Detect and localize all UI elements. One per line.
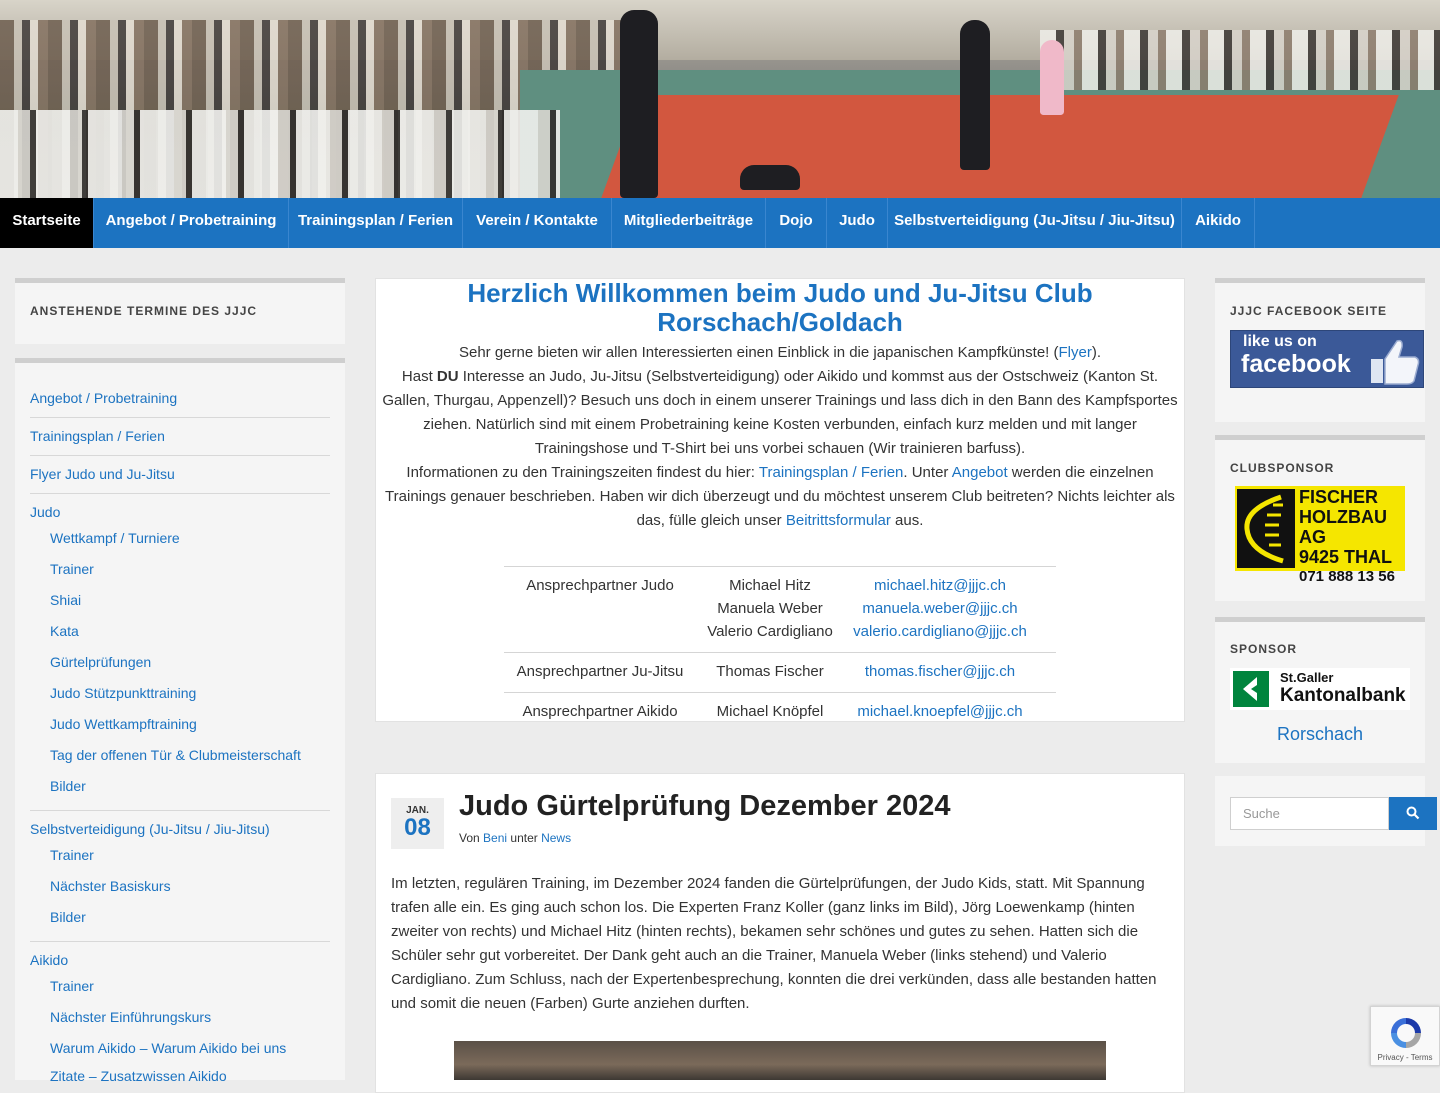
sidebar-subitem[interactable]: Wettkampf / Turniere: [50, 530, 180, 546]
kantonalbank-rorschach-link[interactable]: Rorschach: [1215, 724, 1425, 745]
facebook-like-banner[interactable]: like us on facebook: [1230, 330, 1424, 388]
nav-angebot[interactable]: Angebot / Probetraining: [94, 198, 289, 248]
intro-line: Sehr gerne bieten wir allen Interessiert…: [458, 344, 1102, 361]
sidebar-item-judo[interactable]: Judo: [30, 504, 60, 520]
events-widget-title: ANSTEHENDE TERMINE DES JJJC: [30, 304, 258, 318]
sidebar-subitem[interactable]: Gürtelprüfungen: [50, 654, 151, 670]
info-paragraph-line: Informationen zu den Trainingszeiten fin…: [406, 464, 1154, 481]
contact-email-link[interactable]: michael.hitz@jjjc.ch: [844, 574, 1036, 597]
sidebar-subitem[interactable]: Kata: [50, 623, 79, 639]
angebot-link[interactable]: Angebot: [952, 464, 1008, 481]
intro-paragraph-line: Gallen, Thurgau, Appenzell)? Besuch uns …: [382, 392, 1178, 409]
recaptcha-badge[interactable]: Privacy - Terms: [1370, 1006, 1440, 1066]
fischer-holzbau-logo[interactable]: FISCHER HOLZBAU AG 9425 THAL 071 888 13 …: [1235, 486, 1405, 585]
thumbs-up-icon: [1371, 339, 1420, 385]
nav-verein[interactable]: Verein / Kontakte: [463, 198, 612, 248]
contact-role: Ansprechpartner Ju-Jitsu: [516, 663, 684, 680]
contact-name: Michael Hitz: [729, 577, 811, 594]
contact-name: Michael Knöpfel: [716, 703, 824, 720]
sidebar-subitem[interactable]: Trainer: [50, 978, 94, 994]
main-navigation: Startseite Angebot / Probetraining Train…: [0, 198, 1440, 248]
recaptcha-links: Privacy - Terms: [1377, 1053, 1433, 1062]
sidebar-item-selbstverteidigung[interactable]: Selbstverteidigung (Ju-Jitsu / Jiu-Jitsu…: [30, 821, 270, 837]
author-link[interactable]: Beni: [483, 831, 507, 845]
nav-trainingsplan[interactable]: Trainingsplan / Ferien: [289, 198, 463, 248]
nav-startseite[interactable]: Startseite: [0, 198, 94, 248]
recaptcha-icon: [1391, 1018, 1421, 1048]
intro-paragraph-line: ziehen. Natürlich sind mit einem Probetr…: [423, 416, 1137, 433]
info-paragraph-line: Trainings genauer beschrieben. Haben wir…: [385, 488, 1175, 505]
post-meta: Von Beni unter News: [459, 831, 572, 845]
contact-email-link[interactable]: thomas.fischer@jjjc.ch: [844, 660, 1036, 683]
contact-email-link[interactable]: valerio.cardigliano@jjjc.ch: [844, 620, 1036, 643]
sidebar-subitem[interactable]: Nächster Basiskurs: [50, 878, 171, 894]
clubsponsor-widget-title: CLUBSPONSOR: [1230, 461, 1335, 475]
sidebar-subitem[interactable]: Shiai: [50, 592, 81, 608]
sidebar-item-trainingsplan[interactable]: Trainingsplan / Ferien: [30, 428, 165, 444]
sidebar-subitem[interactable]: Judo Stützpunkttraining: [50, 685, 196, 701]
sidebar-subitem[interactable]: Trainer: [50, 847, 94, 863]
flyer-link[interactable]: Flyer: [1059, 344, 1092, 361]
post-image[interactable]: [454, 1041, 1106, 1080]
fischer-emblem-icon: [1237, 489, 1295, 568]
sidebar-subitem[interactable]: Trainer: [50, 561, 94, 577]
search-icon: [1406, 806, 1420, 820]
search-input[interactable]: Suche: [1230, 797, 1389, 830]
contact-role: Ansprechpartner Judo: [526, 577, 674, 594]
contact-name: Thomas Fischer: [716, 663, 824, 680]
intro-paragraph-line: Trainingshose und T-Shirt bei uns vorbei…: [534, 440, 1026, 457]
welcome-title-line1: Herzlich Willkommen beim Judo und Ju-Jit…: [467, 278, 1093, 308]
contact-role: Ansprechpartner Aikido: [522, 703, 678, 720]
sidebar-subitem[interactable]: Zitate – Zusatzwissen Aikido: [50, 1068, 227, 1084]
nav-mitgliederbeitraege[interactable]: Mitgliederbeiträge: [612, 198, 766, 248]
info-paragraph-line: das, fülle gleich unser Beitrittsformula…: [636, 512, 924, 529]
sidebar-subitem[interactable]: Bilder: [50, 909, 86, 925]
contact-email-link[interactable]: michael.knoepfel@jjjc.ch: [844, 700, 1036, 723]
nav-aikido[interactable]: Aikido: [1182, 198, 1255, 248]
category-link[interactable]: News: [541, 831, 571, 845]
kantonalbank-logo[interactable]: St.Galler Kantonalbank: [1230, 668, 1410, 710]
facebook-brand-text: facebook: [1241, 350, 1351, 378]
fischer-logo-text: FISCHER HOLZBAU AG 9425 THAL 071 888 13 …: [1299, 487, 1395, 585]
nav-dojo[interactable]: Dojo: [766, 198, 827, 248]
sidebar-subitem[interactable]: Nächster Einführungskurs: [50, 1009, 211, 1025]
events-widget: ANSTEHENDE TERMINE DES JJJC: [15, 278, 345, 344]
kantonalbank-arrow-icon: [1233, 671, 1269, 707]
beitrittsformular-link[interactable]: Beitrittsformular: [786, 512, 891, 529]
sidebar-subitem[interactable]: Judo Wettkampftraining: [50, 716, 197, 732]
sidebar-item-flyer[interactable]: Flyer Judo und Ju-Jitsu: [30, 466, 175, 482]
post-day: 08: [404, 814, 431, 841]
kantonalbank-line2: Kantonalbank: [1280, 685, 1406, 706]
trainingsplan-link[interactable]: Trainingsplan / Ferien: [759, 464, 904, 481]
sidebar-subitem[interactable]: Tag der offenen Tür & Clubmeisterschaft: [50, 747, 301, 763]
header-image: [0, 0, 1440, 198]
welcome-title-line2: Rorschach/Goldach: [657, 307, 903, 337]
sponsor-widget-title: SPONSOR: [1230, 642, 1298, 656]
contact-name: Valerio Cardigliano: [707, 623, 833, 640]
search-button[interactable]: [1389, 797, 1437, 830]
contact-name: Manuela Weber: [717, 600, 823, 617]
sidebar-item-aikido[interactable]: Aikido: [30, 952, 68, 968]
nav-selbstverteidigung[interactable]: Selbstverteidigung (Ju-Jitsu / Jiu-Jitsu…: [888, 198, 1182, 248]
facebook-widget-title: JJJC FACEBOOK SEITE: [1230, 304, 1388, 318]
contact-email-link[interactable]: manuela.weber@jjjc.ch: [844, 597, 1036, 620]
sidebar-subitem[interactable]: Warum Aikido – Warum Aikido bei uns: [50, 1040, 286, 1056]
post-title[interactable]: Judo Gürtelprüfung Dezember 2024: [459, 790, 951, 823]
sidebar-item-angebot[interactable]: Angebot / Probetraining: [30, 390, 177, 406]
post-body: Im letzten, regulären Training, im Dezem…: [391, 875, 1157, 1012]
welcome-card: Herzlich Willkommen beim Judo und Ju-Jit…: [375, 278, 1185, 722]
facebook-like-text: like us on: [1243, 333, 1317, 350]
nav-judo[interactable]: Judo: [827, 198, 888, 248]
intro-paragraph-line: Hast DU Interesse an Judo, Ju-Jitsu (Sel…: [401, 368, 1159, 385]
sidebar-subitem[interactable]: Bilder: [50, 778, 86, 794]
post-date-badge: JAN. 08: [391, 798, 444, 849]
kantonalbank-line1: St.Galler: [1280, 670, 1334, 685]
